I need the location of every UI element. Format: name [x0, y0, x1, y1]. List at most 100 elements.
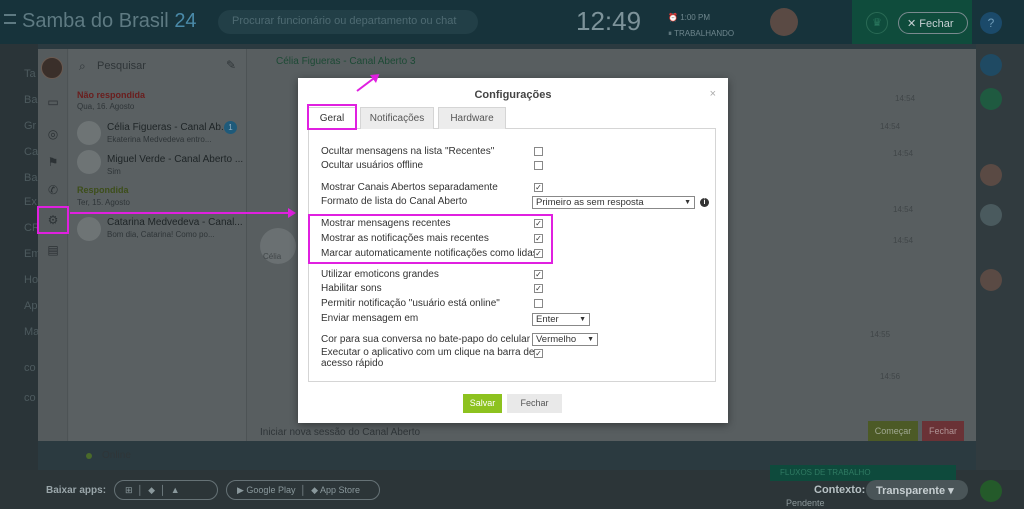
hide-offline-users-checkbox[interactable]: [534, 161, 543, 170]
open-line-list-format-select[interactable]: Primeiro as sem resposta ▼: [532, 196, 695, 209]
annotation-connector: [70, 212, 292, 214]
context-value: Transparente: [876, 485, 946, 497]
save-button[interactable]: Salvar: [463, 394, 502, 413]
setting-label: Cor para sua conversa no bate-papo do ce…: [321, 334, 531, 345]
chat-title[interactable]: Célia Figueras - Canal Aberto 3: [276, 56, 416, 67]
contact-preview: Ekaterina Medvedeva entro...: [107, 135, 212, 144]
show-open-lines-separately-checkbox[interactable]: ✓: [534, 183, 543, 192]
left-nav-item[interactable]: Gr: [24, 120, 36, 132]
alarm-time: ⏰ 1:00 PM: [668, 13, 710, 22]
open-lines-icon[interactable]: ◎: [46, 127, 60, 141]
select-value: Vermelho: [536, 334, 577, 345]
options-highlight: [308, 214, 553, 264]
status-dot: [86, 453, 92, 459]
message-timestamp: 14:54: [880, 122, 901, 131]
compose-icon[interactable]: ✎: [226, 58, 236, 72]
message-timestamp: 14:54: [893, 149, 914, 158]
setting-label: Enviar mensagem em: [321, 313, 419, 324]
mobile-apps-pills[interactable]: ▶ Google Play │ ◆ App Store: [226, 480, 380, 500]
recent-avatar[interactable]: [980, 269, 1002, 291]
left-nav-item[interactable]: co: [24, 392, 36, 404]
user-status[interactable]: Online: [102, 450, 131, 461]
phone-icon[interactable]: ✆: [46, 183, 60, 197]
close-session-button[interactable]: Fechar: [922, 421, 964, 441]
send-message-select[interactable]: Enter ▼: [532, 313, 590, 326]
contact-name[interactable]: Célia Figueras - Canal Ab...: [107, 122, 229, 133]
new-session-text: Iniciar nova sessão do Canal Aberto: [260, 427, 421, 438]
chevron-down-icon: ▼: [587, 336, 594, 343]
desktop-apps-pills[interactable]: ⊞ │ ◆ │ ▲: [114, 480, 218, 500]
section-unanswered: Não respondida: [77, 90, 146, 100]
notifications-icon[interactable]: ⚑: [46, 155, 60, 169]
left-nav-item[interactable]: Ta: [24, 68, 36, 80]
my-avatar[interactable]: [41, 57, 63, 79]
message-timestamp: 14:56: [880, 372, 901, 381]
context-select[interactable]: Transparente ▾: [866, 480, 968, 500]
crown-icon[interactable]: ♛: [866, 12, 888, 34]
phone-icon[interactable]: [980, 480, 1002, 502]
quick-launch-checkbox[interactable]: ✓: [534, 349, 543, 358]
left-nav-item[interactable]: Ap: [24, 300, 37, 312]
global-search-input[interactable]: Procurar funcionário ou departamento ou …: [218, 10, 478, 34]
settings-tabs: Geral Notificações Hardware: [308, 107, 716, 130]
tab-notificacoes[interactable]: Notificações: [360, 107, 434, 129]
recent-avatar[interactable]: [980, 204, 1002, 226]
app-title: Samba do Brasil 24: [22, 10, 197, 33]
app-title-text: Samba do Brasil: [22, 10, 169, 32]
left-nav-item[interactable]: co: [24, 362, 36, 374]
message-timestamp: 14:54: [893, 236, 914, 245]
left-nav-item[interactable]: Ex: [24, 196, 37, 208]
notifications-icon[interactable]: [980, 54, 1002, 76]
setting-label: Habilitar sons: [321, 283, 382, 294]
messenger-sidebar: ▭ ◎ ⚑ ✆ ⚙ ▤: [38, 49, 68, 441]
user-avatar[interactable]: [770, 8, 798, 36]
left-nav-item[interactable]: Ba: [24, 172, 37, 184]
workflows-label: FLUXOS DE TRABALHO: [770, 465, 956, 481]
message-timestamp: 14:54: [895, 94, 916, 103]
left-nav-item[interactable]: Ca: [24, 146, 38, 158]
select-value: Primeiro as sem resposta: [536, 197, 644, 208]
close-top-label: Fechar: [919, 18, 954, 30]
left-nav-item[interactable]: Ba: [24, 94, 37, 106]
left-nav-item[interactable]: Ma: [24, 326, 39, 338]
left-nav-item[interactable]: Ho: [24, 274, 38, 286]
hide-recent-messages-checkbox[interactable]: [534, 147, 543, 156]
clock: 12:49: [576, 6, 642, 36]
chevron-down-icon: ▼: [579, 316, 586, 323]
contact-list: ⌕ Pesquisar ✎ Não respondida Qua, 16. Ag…: [69, 49, 247, 441]
menu-icon[interactable]: [4, 14, 16, 24]
large-emoticons-checkbox[interactable]: ✓: [534, 270, 543, 279]
contact-avatar: [77, 217, 101, 241]
setting-label: Formato de lista do Canal Aberto: [321, 196, 468, 207]
enable-sounds-checkbox[interactable]: ✓: [534, 284, 543, 293]
work-status[interactable]: ⏸ TRABALHANDO: [668, 26, 734, 42]
close-icon[interactable]: ×: [710, 88, 716, 100]
right-recent-column: [976, 44, 1024, 509]
mobile-chat-color-select[interactable]: Vermelho ▼: [532, 333, 598, 346]
contact-search-input[interactable]: Pesquisar: [97, 60, 146, 72]
message-timestamp: 14:54: [893, 205, 914, 214]
close-top-button[interactable]: ✕ Fechar: [898, 12, 968, 34]
unread-badge: 1: [224, 121, 237, 134]
google-play-label: Google Play: [246, 485, 296, 495]
info-icon[interactable]: i: [700, 198, 709, 207]
chat-icon[interactable]: ▭: [46, 95, 60, 109]
work-status-text: TRABALHANDO: [674, 29, 735, 38]
contact-avatar: [77, 150, 101, 174]
tab-hardware[interactable]: Hardware: [438, 107, 506, 129]
contact-name[interactable]: Miguel Verde - Canal Aberto ...: [107, 154, 243, 165]
pending-label: Pendente: [786, 498, 825, 508]
dialog-title: Configurações: [474, 89, 552, 101]
recent-avatar[interactable]: [980, 164, 1002, 186]
history-icon[interactable]: ▤: [46, 243, 60, 257]
contact-preview: Bom dia, Catarina! Como po...: [107, 230, 215, 239]
online-notification-checkbox[interactable]: [534, 299, 543, 308]
open-lines-icon[interactable]: [980, 88, 1002, 110]
setting-label-cont: acesso rápido: [321, 358, 384, 369]
cancel-button[interactable]: Fechar: [507, 394, 562, 413]
contact-preview: Sim: [107, 167, 121, 176]
select-value: Enter: [536, 314, 559, 325]
start-button[interactable]: Começar: [868, 421, 918, 441]
help-icon[interactable]: ?: [980, 12, 1002, 34]
contact-name[interactable]: Catarina Medvedeva - Canal...: [107, 217, 243, 228]
